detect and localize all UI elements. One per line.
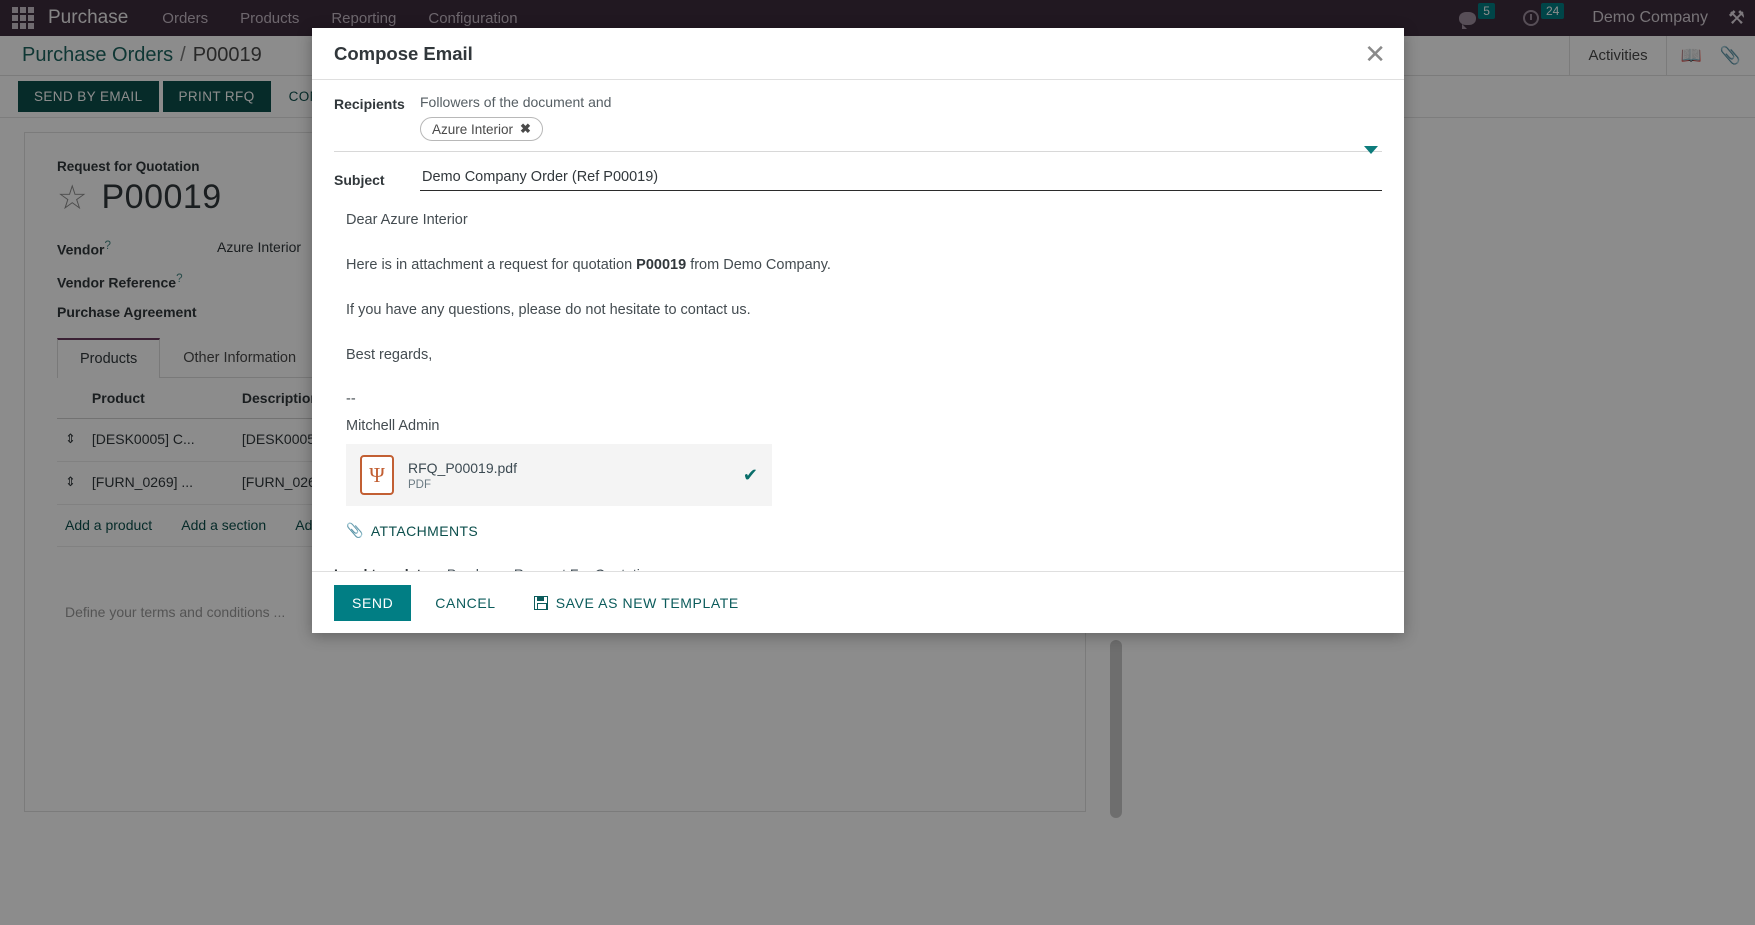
pdf-file-icon: Ψ: [360, 455, 394, 496]
recipients-field[interactable]: Followers of the document and Azure Inte…: [420, 94, 1382, 141]
attachments-button-label: ATTACHMENTS: [370, 522, 479, 539]
cancel-button[interactable]: CANCEL: [421, 585, 509, 621]
body-line-1: Here is in attachment a request for quot…: [346, 256, 1380, 275]
chevron-down-icon[interactable]: [1364, 146, 1378, 154]
subject-row: Subject: [334, 166, 1382, 191]
body-signature: Mitchell Admin: [346, 418, 440, 435]
recipients-row: Recipients Followers of the document and…: [334, 94, 1382, 154]
email-body[interactable]: Dear Azure Interior Here is in attachmen…: [334, 207, 1382, 436]
attachment-type: PDF: [408, 478, 431, 491]
body-line-2: If you have any questions, please do not…: [346, 301, 751, 318]
floppy-disk-icon: [533, 595, 548, 610]
body-greeting: Dear Azure Interior: [346, 212, 468, 228]
check-icon: ✔: [742, 464, 758, 485]
body-line-3: Best regards,: [346, 346, 433, 363]
body-separator: --: [346, 391, 356, 408]
close-icon[interactable]: ✕: [1364, 41, 1386, 67]
attachments-button[interactable]: 📎 ATTACHMENTS: [346, 522, 478, 539]
tag-remove-icon[interactable]: ✖: [520, 121, 531, 137]
save-as-new-template-label: SAVE AS NEW TEMPLATE: [555, 594, 739, 611]
body-line-1-prefix: Here is in attachment a request for quot…: [346, 256, 637, 273]
subject-label: Subject: [334, 171, 385, 188]
recipients-label: Recipients: [334, 96, 405, 112]
send-button[interactable]: SEND: [334, 584, 412, 621]
dialog-header: Compose Email ✕: [312, 28, 1404, 80]
attachment-meta: RFQ_P00019.pdf PDF: [408, 460, 517, 491]
body-line-1-suffix: from Demo Company.: [686, 256, 831, 273]
save-as-new-template-button[interactable]: SAVE AS NEW TEMPLATE: [520, 585, 753, 621]
attachment-name: RFQ_P00019.pdf: [408, 459, 517, 476]
dialog-title: Compose Email: [334, 42, 473, 64]
subject-input[interactable]: [420, 166, 1382, 191]
body-line-1-order-ref: P00019: [636, 256, 687, 273]
recipients-note: Followers of the document and: [420, 94, 612, 110]
compose-email-dialog: Compose Email ✕ Recipients Followers of …: [312, 28, 1404, 633]
recipient-tag-label: Azure Interior: [432, 121, 514, 137]
dialog-footer: SEND CANCEL SAVE AS NEW TEMPLATE: [312, 571, 1404, 633]
paperclip-icon: 📎: [346, 522, 364, 539]
dialog-body: Recipients Followers of the document and…: [312, 80, 1404, 571]
recipient-tag[interactable]: Azure Interior ✖: [420, 117, 543, 141]
attachment-card[interactable]: Ψ RFQ_P00019.pdf PDF ✔: [346, 444, 772, 507]
